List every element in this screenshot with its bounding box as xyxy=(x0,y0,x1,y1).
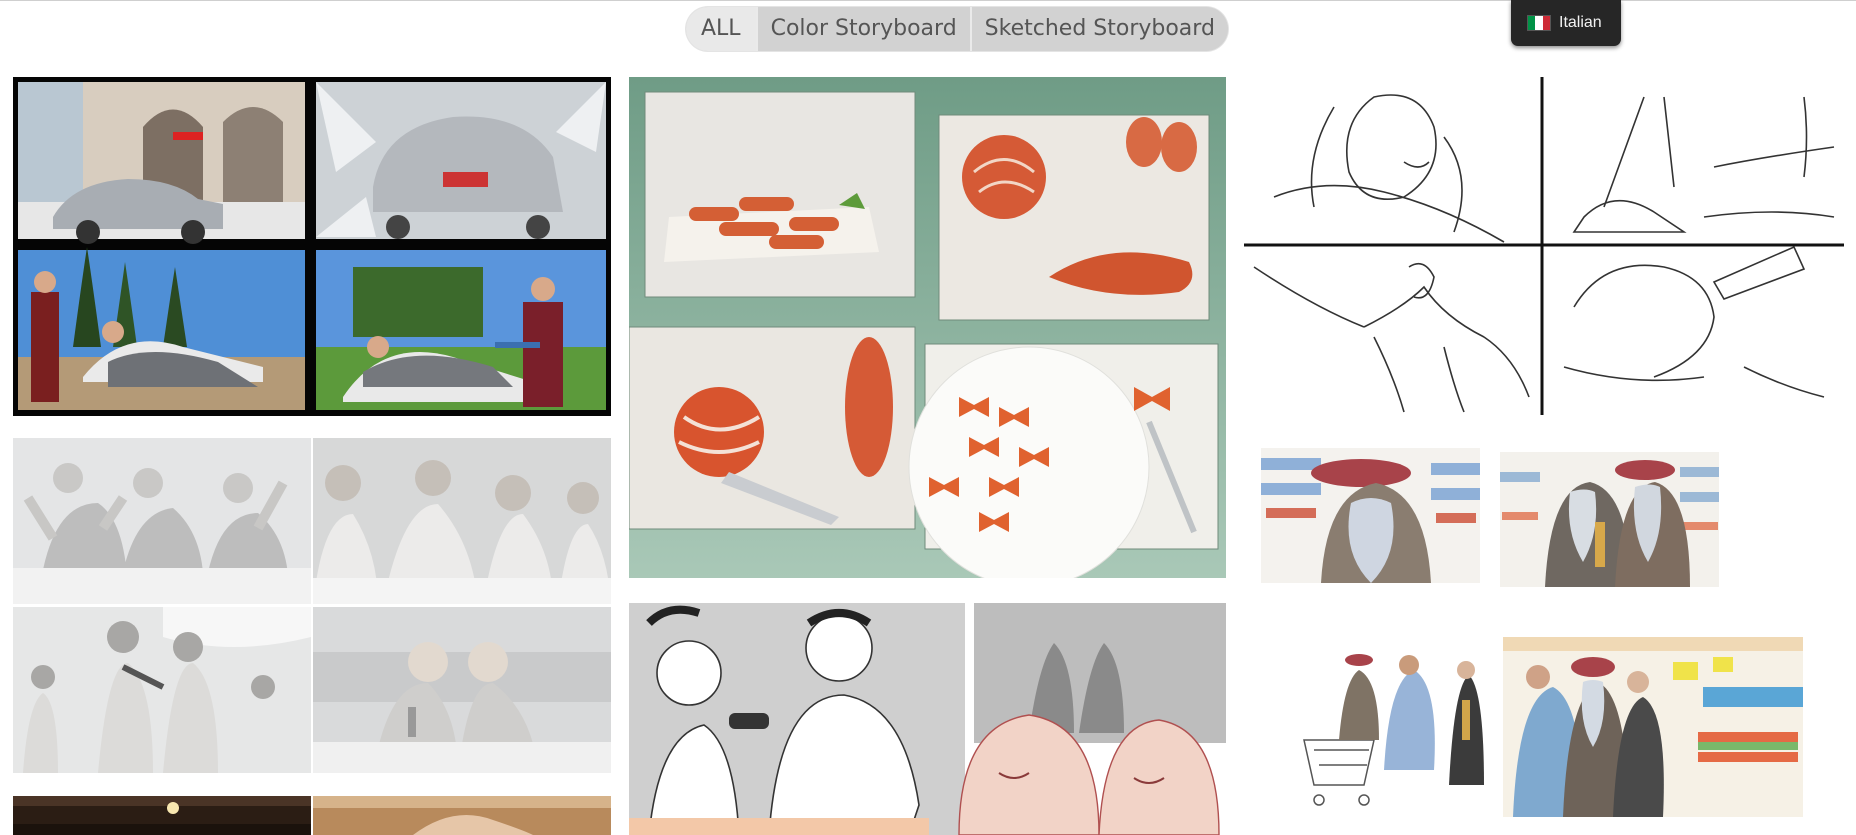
filter-color-storyboard-button[interactable]: Color Storyboard xyxy=(755,7,970,51)
family-sketch-illustration xyxy=(629,603,1226,835)
men-cheering-illustration xyxy=(13,438,311,604)
leonardo-aisle-illustration xyxy=(1261,448,1480,583)
group-terrace-illustration xyxy=(13,607,311,773)
color-sketch-two-men[interactable] xyxy=(1500,452,1719,587)
photo-night-street-partial[interactable] xyxy=(13,796,311,835)
language-label: Italian xyxy=(1559,14,1602,31)
filter-all-button[interactable]: ALL xyxy=(686,7,756,51)
sketch-woman-illustration xyxy=(1244,77,1844,415)
photo-men-cheering[interactable] xyxy=(13,438,311,604)
women-laughing-illustration xyxy=(313,438,611,604)
storyboard-prosciutto-illustration xyxy=(629,77,1226,578)
shopping-cart-illustration xyxy=(1284,640,1492,818)
sketch-collage-family[interactable] xyxy=(629,603,1226,835)
storyboard-car-hotel-illustration xyxy=(13,77,611,416)
color-sketch-leonardo-aisle[interactable] xyxy=(1261,448,1480,583)
filter-sketched-storyboard-button[interactable]: Sketched Storyboard xyxy=(969,7,1228,51)
elderly-couple-illustration xyxy=(313,607,611,773)
photo-elderly-couple[interactable] xyxy=(313,607,611,773)
photo-women-laughing[interactable] xyxy=(313,438,611,604)
storyboard-car-hotel[interactable] xyxy=(13,77,611,416)
two-men-illustration xyxy=(1500,452,1719,587)
supermarket-scene-illustration xyxy=(1503,637,1803,817)
language-selector[interactable]: Italian xyxy=(1511,0,1621,46)
sketch-storyboard-woman[interactable] xyxy=(1244,77,1844,415)
category-filter-bar: ALL Color Storyboard Sketched Storyboard xyxy=(686,7,1228,51)
night-street-illustration xyxy=(13,796,311,835)
color-sketch-supermarket-scene[interactable] xyxy=(1503,637,1803,817)
italy-flag-icon xyxy=(1527,15,1551,31)
storyboard-prosciutto-food[interactable] xyxy=(629,77,1226,578)
photo-group-terrace[interactable] xyxy=(13,607,311,773)
color-sketch-shopping-cart[interactable] xyxy=(1284,640,1492,818)
photo-handshake-partial[interactable] xyxy=(313,796,611,835)
handshake-illustration xyxy=(313,796,611,835)
